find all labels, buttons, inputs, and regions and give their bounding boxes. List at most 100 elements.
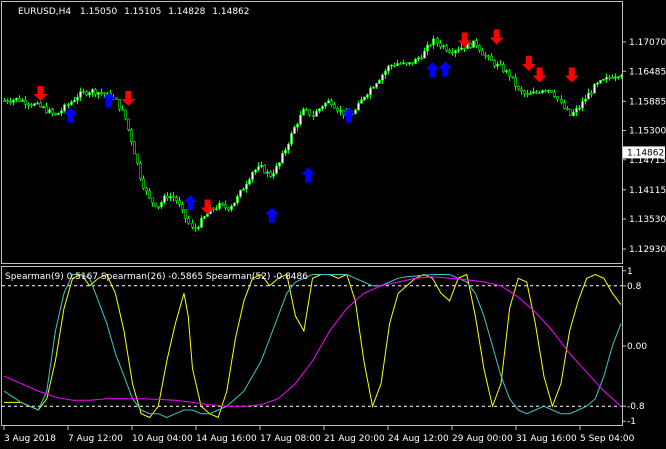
candle-body — [360, 99, 363, 104]
candle-body — [103, 92, 106, 95]
time-tick-label: 7 Aug 12:00 — [68, 434, 123, 444]
candle-body — [478, 45, 481, 51]
candle-body — [457, 49, 460, 52]
candle-body — [203, 216, 206, 219]
candle-body — [484, 54, 487, 57]
indicator-tick-label: 0.8 — [627, 282, 642, 292]
candle-body — [145, 187, 148, 192]
candle-body — [321, 106, 324, 109]
candle-body — [436, 38, 439, 44]
candle-body — [215, 208, 218, 210]
candle-body — [82, 91, 85, 93]
candle-body — [439, 43, 442, 47]
candle-body — [324, 102, 327, 107]
candle-body — [263, 165, 266, 174]
candle-body — [375, 83, 378, 88]
candle-body — [569, 109, 572, 116]
candle-body — [130, 129, 133, 143]
candle-body — [505, 70, 508, 73]
candle-body — [526, 93, 529, 95]
candle-body — [15, 97, 18, 101]
candle-body — [60, 110, 63, 114]
candle-body — [218, 202, 221, 209]
candle-body — [496, 63, 499, 67]
candle-body — [269, 171, 272, 177]
candle-body — [299, 114, 302, 125]
candle-body — [602, 78, 605, 81]
candle-body — [88, 92, 91, 96]
candle-body — [336, 107, 339, 112]
candle-body — [281, 153, 284, 163]
candle-body — [393, 64, 396, 67]
indicator-tick-label: 1 — [627, 267, 633, 277]
candle-body — [63, 104, 66, 112]
candle-body — [175, 197, 178, 201]
candle-body — [514, 76, 517, 87]
candle-body — [54, 112, 57, 115]
candle-body — [142, 178, 145, 189]
candle-body — [312, 114, 315, 117]
candle-body — [378, 79, 381, 84]
candle-body — [318, 108, 321, 112]
candle-body — [160, 202, 163, 207]
candle-body — [605, 76, 608, 80]
candle-body — [127, 118, 130, 130]
candle-body — [414, 58, 417, 64]
candle-body — [426, 44, 429, 52]
candle-body — [451, 52, 454, 54]
candle-body — [315, 110, 318, 117]
candle-body — [33, 103, 36, 106]
candle-body — [369, 87, 372, 95]
candle-body — [339, 110, 342, 112]
candle-body — [169, 196, 172, 199]
candle-body — [541, 90, 544, 94]
candle-body — [429, 44, 432, 47]
candle-body — [487, 55, 490, 58]
candle-body — [411, 62, 414, 64]
candle-body — [460, 47, 463, 51]
candle-body — [333, 104, 336, 109]
candle-body — [381, 74, 384, 81]
candle-body — [387, 65, 390, 72]
candle-body — [290, 133, 293, 145]
candle-body — [547, 89, 550, 92]
candle-body — [172, 196, 175, 198]
candle-body — [366, 94, 369, 98]
candle-body — [490, 56, 493, 61]
candle-body — [254, 169, 257, 173]
candle-body — [51, 109, 54, 114]
candle-body — [251, 172, 254, 180]
candle-body — [200, 217, 203, 228]
candle-body — [520, 88, 523, 92]
candle-body — [330, 100, 333, 105]
candle-body — [194, 226, 197, 229]
candle-body — [469, 42, 472, 48]
candle-body — [508, 70, 511, 77]
candle-body — [423, 50, 426, 59]
price-tick-label: 1.16485 — [629, 67, 666, 77]
candle-body — [472, 40, 475, 48]
candle-body — [227, 207, 230, 210]
candle-body — [550, 89, 553, 93]
candle-body — [575, 108, 578, 113]
time-tick-label: 14 Aug 16:00 — [196, 434, 257, 444]
candle-body — [184, 209, 187, 219]
candle-body — [432, 38, 435, 46]
candle-body — [354, 109, 357, 115]
candle-body — [475, 40, 478, 46]
candle-body — [293, 126, 296, 134]
candle-body — [420, 57, 423, 60]
indicator-header: Spearman(9) 0.5167 Spearman(26) -0.5865 … — [5, 272, 308, 282]
candle-body — [454, 50, 457, 54]
price-header: EURUSD,H4 1.15050 1.15105 1.14828 1.1486… — [18, 7, 250, 17]
candle-body — [308, 109, 311, 116]
candle-body — [148, 190, 151, 199]
candle-body — [36, 102, 39, 105]
candle-body — [124, 109, 127, 120]
candle-body — [48, 109, 51, 114]
candle-body — [233, 202, 236, 207]
candle-body — [76, 96, 79, 101]
candle-body — [197, 227, 200, 229]
candle-body — [572, 111, 575, 116]
candle-body — [511, 76, 514, 78]
